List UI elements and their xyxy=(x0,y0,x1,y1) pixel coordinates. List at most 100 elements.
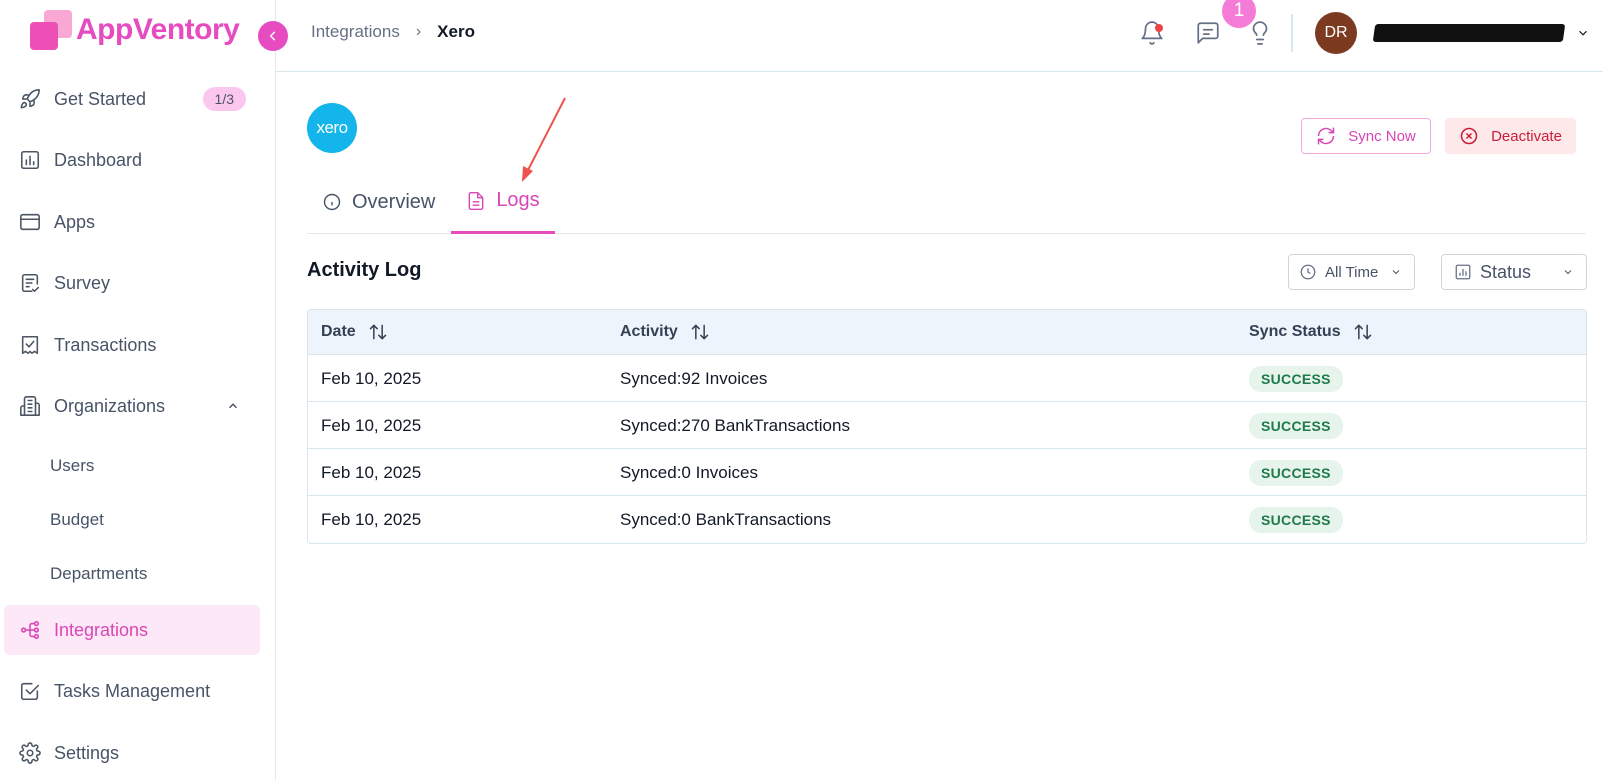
table-header: Date Activity Sync Status xyxy=(308,310,1586,355)
cell-date: Feb 10, 2025 xyxy=(321,462,422,482)
tips-button[interactable] xyxy=(1245,18,1275,48)
sync-now-label: Sync Now xyxy=(1348,127,1416,145)
sidebar-collapse-button[interactable] xyxy=(258,21,288,51)
cell-date: Feb 10, 2025 xyxy=(321,368,422,388)
cell-activity: Synced:270 BankTransactions xyxy=(620,415,850,435)
lightbulb-icon xyxy=(1252,21,1268,45)
cell-status: SUCCESS xyxy=(1249,449,1343,496)
activity-log-title: Activity Log xyxy=(307,259,422,281)
column-label: Date xyxy=(321,323,356,340)
progress-badge: 1/3 xyxy=(202,87,246,111)
sidebar-item-label: Survey xyxy=(54,272,111,293)
chevron-left-icon xyxy=(269,31,276,41)
tab-label: Overview xyxy=(352,190,436,213)
xero-logo: xero xyxy=(307,103,357,153)
cell-date: Feb 10, 2025 xyxy=(321,509,422,529)
sidebar-subitem-departments[interactable]: Departments xyxy=(50,564,147,584)
cell-status: SUCCESS xyxy=(1249,496,1343,543)
cell-activity: Synced:0 Invoices xyxy=(620,462,758,482)
breadcrumb-integrations-link[interactable]: Integrations xyxy=(311,22,400,42)
status-badge: SUCCESS xyxy=(1249,506,1343,533)
sidebar-item-tasks-management[interactable]: Tasks Management xyxy=(4,666,260,716)
deactivate-label: Deactivate xyxy=(1491,127,1562,145)
rocket-icon xyxy=(18,87,42,111)
refresh-icon xyxy=(1317,127,1335,145)
sidebar: AppVentory Get Started 1/3 Dashboard App… xyxy=(0,0,276,780)
chart-icon xyxy=(18,148,42,172)
top-header: Integrations › Xero 1 DR xyxy=(276,0,1603,72)
deactivate-button[interactable]: Deactivate xyxy=(1445,118,1576,154)
user-name-redacted xyxy=(1372,24,1566,42)
sidebar-item-label: Tasks Management xyxy=(54,680,211,701)
sidebar-item-survey[interactable]: Survey xyxy=(4,258,260,308)
column-label: Activity xyxy=(620,323,678,340)
chevron-up-icon[interactable] xyxy=(226,399,240,413)
sidebar-item-label: Organizations xyxy=(54,395,166,416)
table-row: Feb 10, 2025 Synced:270 BankTransactions… xyxy=(308,402,1586,449)
cell-status: SUCCESS xyxy=(1249,355,1343,402)
time-filter-dropdown[interactable]: All Time xyxy=(1288,254,1415,290)
breadcrumb-separator: › xyxy=(415,23,422,40)
close-circle-icon xyxy=(1460,127,1478,145)
table-row: Feb 10, 2025 Synced:0 BankTransactions S… xyxy=(308,496,1586,543)
user-menu-chevron-down-icon[interactable] xyxy=(1576,26,1590,40)
table-row: Feb 10, 2025 Synced:92 Invoices SUCCESS xyxy=(308,355,1586,402)
sidebar-subitem-users[interactable]: Users xyxy=(50,456,94,476)
sort-icon[interactable] xyxy=(368,322,388,342)
window-icon xyxy=(18,210,42,234)
sidebar-item-label: Integrations xyxy=(54,619,149,640)
breadcrumb-current: Xero xyxy=(437,22,475,41)
sidebar-item-label: Transactions xyxy=(54,334,157,355)
table-row: Feb 10, 2025 Synced:0 Invoices SUCCESS xyxy=(308,449,1586,496)
sidebar-item-transactions[interactable]: Transactions xyxy=(4,320,260,370)
gear-icon xyxy=(18,741,42,765)
document-icon xyxy=(468,191,484,210)
notifications-button[interactable] xyxy=(1137,18,1167,48)
cell-status: SUCCESS xyxy=(1249,402,1343,449)
integration-tabs: Overview Logs xyxy=(307,170,1586,234)
sidebar-item-dashboard[interactable]: Dashboard xyxy=(4,135,260,185)
receipt-icon xyxy=(18,333,42,357)
sort-icon[interactable] xyxy=(1353,322,1373,342)
sidebar-item-label: Dashboard xyxy=(54,149,143,170)
column-header-date: Date xyxy=(321,322,388,342)
sidebar-item-apps[interactable]: Apps xyxy=(4,197,260,247)
sort-icon[interactable] xyxy=(690,322,710,342)
cell-date: Feb 10, 2025 xyxy=(321,415,422,435)
sidebar-item-organizations[interactable]: Organizations xyxy=(4,381,260,431)
activity-log-table: Date Activity Sync Status Feb 10, 2025 S… xyxy=(307,309,1587,544)
cell-activity: Synced:92 Invoices xyxy=(620,368,768,388)
status-badge: SUCCESS xyxy=(1249,459,1343,486)
messages-button[interactable] xyxy=(1193,18,1223,48)
building-icon xyxy=(18,394,42,418)
column-label: Sync Status xyxy=(1249,323,1341,340)
sidebar-item-integrations[interactable]: Integrations xyxy=(4,605,260,655)
survey-icon xyxy=(18,271,42,295)
time-filter-value: All Time xyxy=(1325,263,1379,281)
app-name: AppVentory xyxy=(76,13,240,46)
column-header-sync-status: Sync Status xyxy=(1249,322,1373,342)
notification-dot xyxy=(1155,24,1163,32)
tab-overview[interactable]: Overview xyxy=(322,170,435,234)
status-badge: SUCCESS xyxy=(1249,365,1343,392)
status-filter-dropdown[interactable]: Status xyxy=(1441,254,1587,290)
sidebar-item-get-started[interactable]: Get Started 1/3 xyxy=(4,74,260,124)
sidebar-item-label: Settings xyxy=(54,742,120,763)
column-header-activity: Activity xyxy=(620,322,710,342)
sidebar-item-label: Get Started xyxy=(54,88,147,109)
user-avatar[interactable]: DR xyxy=(1315,12,1357,54)
status-filter-value: Status xyxy=(1480,261,1532,282)
chevron-down-icon xyxy=(1390,266,1402,278)
header-divider xyxy=(1291,14,1293,52)
integrations-icon xyxy=(18,618,42,642)
sync-now-button[interactable]: Sync Now xyxy=(1301,118,1431,154)
chevron-down-icon xyxy=(1562,266,1574,278)
app-logo[interactable]: AppVentory xyxy=(30,8,240,52)
logo-mark-icon xyxy=(30,8,74,52)
chat-icon xyxy=(1197,22,1219,44)
clock-icon xyxy=(1299,263,1325,281)
sidebar-item-settings[interactable]: Settings xyxy=(4,728,260,778)
sidebar-subitem-budget[interactable]: Budget xyxy=(50,510,104,530)
checkbox-icon xyxy=(18,679,42,703)
annotation-arrow-icon xyxy=(522,97,566,182)
